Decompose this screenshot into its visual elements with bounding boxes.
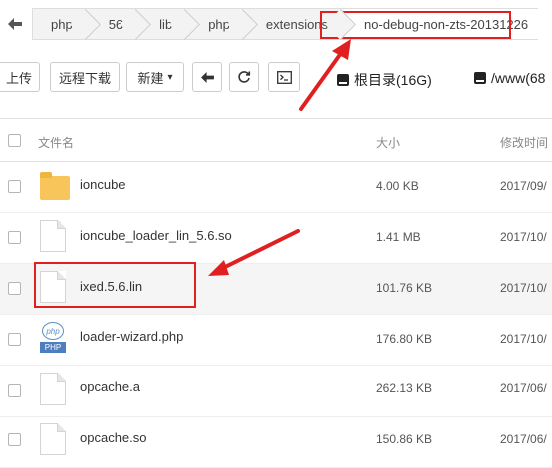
annotation-arrow-file <box>208 229 300 276</box>
